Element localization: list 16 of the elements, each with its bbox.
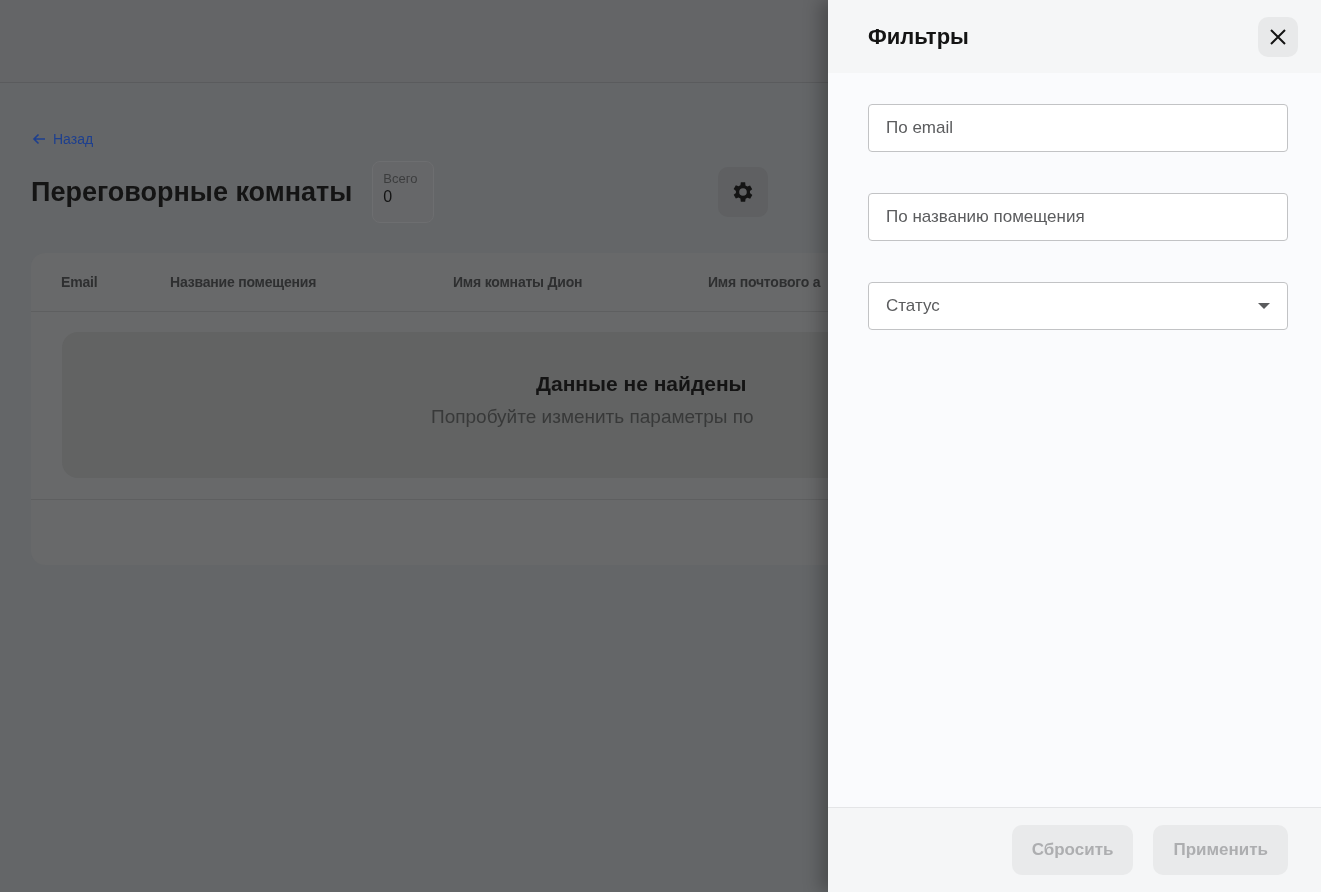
back-arrow-icon	[31, 131, 47, 147]
drawer-title: Фильтры	[868, 23, 969, 50]
column-header: Имя комнаты Дион	[453, 274, 584, 290]
page-title: Переговорные комнаты	[31, 176, 353, 208]
filter-input[interactable]: По email	[868, 104, 1288, 152]
column-header: Название помещения	[170, 274, 318, 290]
close-button[interactable]	[1258, 16, 1298, 57]
settings-button[interactable]	[718, 167, 769, 217]
status-select[interactable]: Статус	[868, 282, 1288, 330]
filter-input[interactable]: По названию помещения	[868, 193, 1288, 241]
empty-title: Данные не найдены	[536, 372, 747, 396]
close-icon	[1268, 26, 1288, 47]
total-value: 0	[383, 188, 394, 206]
back-link[interactable]: Назад	[31, 131, 94, 147]
dropdown-caret-icon	[1257, 302, 1271, 310]
column-header: Email	[61, 274, 99, 290]
